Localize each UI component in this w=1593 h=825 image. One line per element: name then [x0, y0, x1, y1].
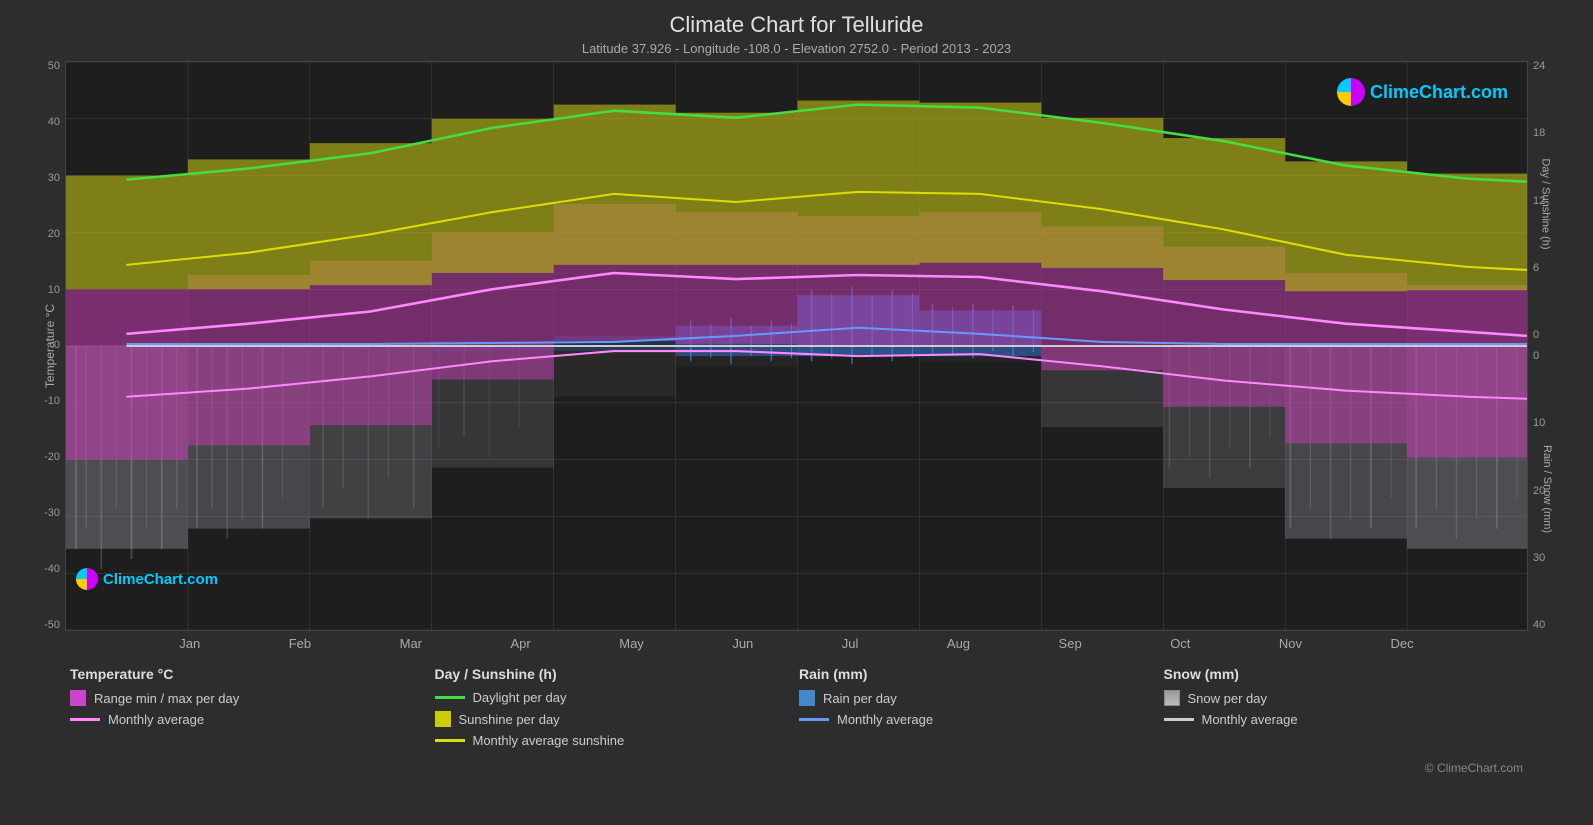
y-axis-left-label: Temperature °C	[43, 304, 57, 388]
x-label-dec: Dec	[1391, 636, 1414, 651]
y-tick-right-24: 24	[1533, 61, 1593, 72]
legend-temp-avg-color	[70, 718, 100, 721]
y-axis-right-bottom-label: Rain / Snow (mm)	[1541, 444, 1553, 532]
y-axis-right: 24 18 12 6 0 0 10 20 30 40 Day / Sunshin…	[1528, 61, 1593, 631]
y-tick-20: 20	[48, 229, 60, 240]
legend-sunshine-title: Day / Sunshine (h)	[435, 666, 795, 682]
legend-temp-avg: Monthly average	[70, 712, 430, 727]
y-tick-right-40: 40	[1533, 620, 1593, 631]
legend-rain-avg-color	[799, 718, 829, 721]
legend-rain-title: Rain (mm)	[799, 666, 1159, 682]
x-label-nov: Nov	[1279, 636, 1302, 651]
legend-temp-title: Temperature °C	[70, 666, 430, 682]
x-label-sep: Sep	[1059, 636, 1082, 651]
legend-sunshine-avg-color	[435, 739, 465, 742]
y-tick-n40: -40	[44, 564, 60, 575]
legend-daylight-color	[435, 696, 465, 699]
x-label-jul: Jul	[842, 636, 859, 651]
legend-snow-avg-label: Monthly average	[1202, 712, 1298, 727]
x-label-mar: Mar	[400, 636, 422, 651]
legend-temp-avg-label: Monthly average	[108, 712, 204, 727]
x-label-jun: Jun	[732, 636, 753, 651]
chart-title: Climate Chart for Telluride	[0, 0, 1593, 38]
legend-snow-per-day: Snow per day	[1164, 690, 1524, 706]
legend-rain-per-day: Rain per day	[799, 690, 1159, 706]
chart-subtitle: Latitude 37.926 - Longitude -108.0 - Ele…	[0, 41, 1593, 56]
chart-svg	[66, 62, 1527, 630]
chart-area: ClimeChart.com	[65, 61, 1528, 631]
legend-snow-day-color	[1164, 690, 1180, 706]
copyright: © ClimeChart.com	[0, 761, 1593, 775]
legend-sunshine-per-day: Sunshine per day	[435, 711, 795, 727]
y-tick-n10: -10	[44, 396, 60, 407]
y-tick-n30: -30	[44, 508, 60, 519]
legend-rain-avg-label: Monthly average	[837, 712, 933, 727]
logo-text-bottom: ClimeChart.com	[103, 571, 218, 588]
logo-circle-bottom	[76, 568, 98, 590]
x-label-oct: Oct	[1170, 636, 1190, 651]
chart-container: Climate Chart for Telluride Latitude 37.…	[0, 0, 1593, 825]
y-tick-right-0-bot: 0	[1533, 351, 1593, 362]
x-label-aug: Aug	[947, 636, 970, 651]
legend-temp-range-label: Range min / max per day	[94, 691, 239, 706]
legend-rain-day-color	[799, 690, 815, 706]
y-axis-left: Temperature °C 50 40 30 20 10 0 -10 -20 …	[0, 61, 65, 631]
legend-temp-range-color	[70, 690, 86, 706]
y-tick-40: 40	[48, 117, 60, 128]
legend-temp: Temperature °C Range min / max per day M…	[70, 666, 430, 754]
legend-rain-avg: Monthly average	[799, 712, 1159, 727]
y-axis-right-top-label: Day / Sunshine (h)	[1539, 158, 1551, 249]
legend-sunshine: Day / Sunshine (h) Daylight per day Suns…	[435, 666, 795, 754]
y-tick-right-0-top: 0	[1533, 330, 1593, 341]
x-label-jan: Jan	[179, 636, 200, 651]
legend-snow: Snow (mm) Snow per day Monthly average	[1164, 666, 1524, 754]
logo-top: ClimeChart.com	[1337, 78, 1508, 106]
legend-snow-avg: Monthly average	[1164, 712, 1524, 727]
legend-daylight-label: Daylight per day	[473, 690, 567, 705]
legend-area: Temperature °C Range min / max per day M…	[0, 651, 1593, 759]
y-tick-n20: -20	[44, 452, 60, 463]
legend-daylight: Daylight per day	[435, 690, 795, 705]
x-label-apr: Apr	[511, 636, 531, 651]
y-tick-right-6: 6	[1533, 263, 1593, 274]
x-axis: Jan Feb Mar Apr May Jun Jul Aug Sep Oct …	[0, 631, 1593, 651]
logo-bottom: ClimeChart.com	[76, 568, 218, 590]
legend-sunshine-avg-label: Monthly average sunshine	[473, 733, 625, 748]
legend-snow-day-label: Snow per day	[1188, 691, 1268, 706]
x-label-feb: Feb	[289, 636, 311, 651]
y-tick-50: 50	[48, 61, 60, 72]
legend-sunshine-avg: Monthly average sunshine	[435, 733, 795, 748]
y-tick-right-10: 10	[1533, 418, 1593, 429]
y-tick-10: 10	[48, 285, 60, 296]
y-tick-30: 30	[48, 173, 60, 184]
legend-sunshine-day-color	[435, 711, 451, 727]
logo-text-top: ClimeChart.com	[1370, 82, 1508, 103]
y-tick-n50: -50	[44, 620, 60, 631]
legend-rain-day-label: Rain per day	[823, 691, 897, 706]
legend-sunshine-day-label: Sunshine per day	[459, 712, 560, 727]
legend-temp-range: Range min / max per day	[70, 690, 430, 706]
legend-snow-avg-color	[1164, 718, 1194, 721]
legend-rain: Rain (mm) Rain per day Monthly average	[799, 666, 1159, 754]
legend-snow-title: Snow (mm)	[1164, 666, 1524, 682]
logo-circle-top	[1337, 78, 1365, 106]
y-tick-right-18: 18	[1533, 128, 1593, 139]
y-tick-right-30: 30	[1533, 553, 1593, 564]
x-label-may: May	[619, 636, 644, 651]
